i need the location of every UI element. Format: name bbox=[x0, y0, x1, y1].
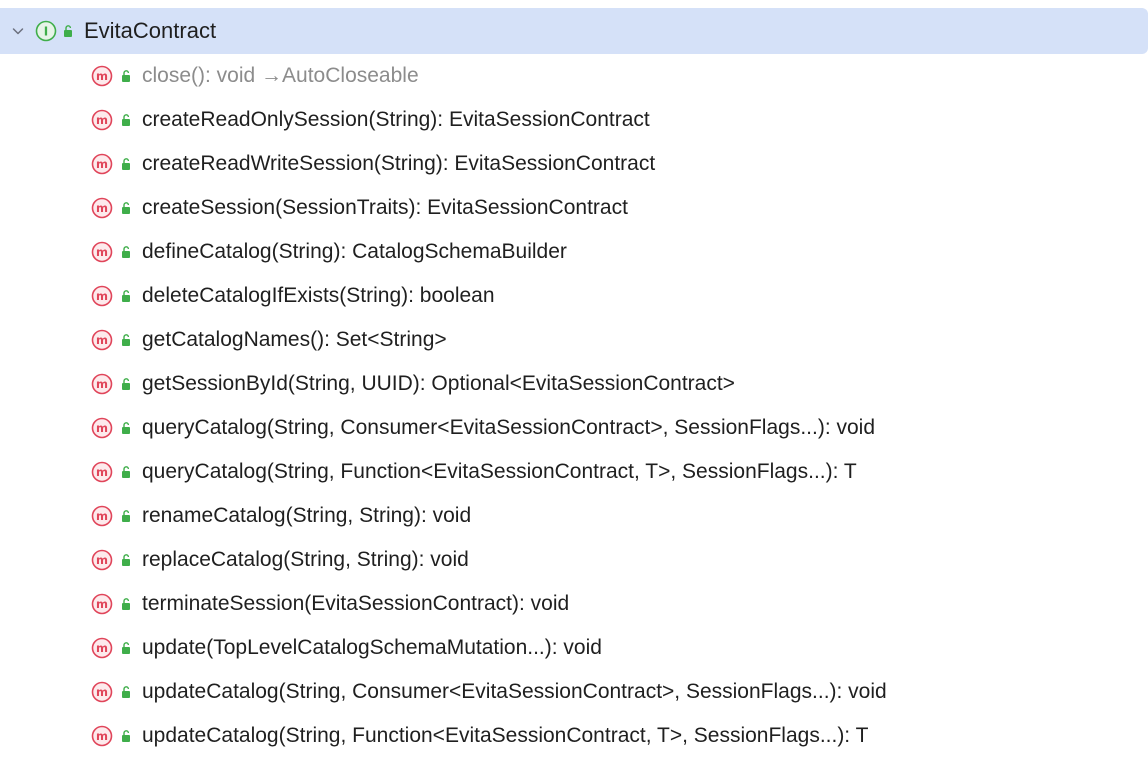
method-icon: m bbox=[91, 681, 113, 703]
tree-node-evitacontract[interactable]: I EvitaContract bbox=[0, 8, 1148, 54]
method-label: close(): void →AutoCloseable bbox=[142, 64, 419, 87]
method-icon: m bbox=[91, 637, 113, 659]
public-access-icon bbox=[122, 598, 130, 610]
svg-text:m: m bbox=[96, 421, 108, 435]
tree-node-method[interactable]: m replaceCatalog(String, String): void bbox=[0, 538, 1148, 582]
public-access-icon bbox=[122, 422, 130, 434]
public-access-icon bbox=[122, 202, 130, 214]
tree-node-method[interactable]: m updateCatalog(String, Consumer<EvitaSes… bbox=[0, 670, 1148, 714]
method-label: replaceCatalog(String, String): void bbox=[142, 548, 469, 571]
svg-text:m: m bbox=[96, 685, 108, 699]
method-label: updateCatalog(String, Function<EvitaSess… bbox=[142, 724, 869, 747]
method-label: update(TopLevelCatalogSchemaMutation...)… bbox=[142, 636, 602, 659]
public-access-icon bbox=[122, 466, 130, 478]
svg-text:m: m bbox=[96, 113, 108, 127]
method-label: terminateSession(EvitaSessionContract): … bbox=[142, 592, 570, 615]
method-icon: m bbox=[91, 417, 113, 439]
public-access-icon bbox=[122, 510, 130, 522]
svg-text:m: m bbox=[96, 641, 108, 655]
svg-text:m: m bbox=[96, 553, 108, 567]
tree-node-method[interactable]: m getSessionById(String, UUID): Optional<… bbox=[0, 362, 1148, 406]
tree-node-method[interactable]: m getCatalogNames(): Set<String> bbox=[0, 318, 1148, 362]
tree-node-method[interactable]: m updateCatalog(String, Function<EvitaSes… bbox=[0, 714, 1148, 758]
tree-node-method[interactable]: m queryCatalog(String, Function<EvitaSess… bbox=[0, 450, 1148, 494]
svg-text:m: m bbox=[96, 597, 108, 611]
public-access-icon bbox=[122, 114, 130, 126]
svg-text:m: m bbox=[96, 201, 108, 215]
chevron-down-icon[interactable] bbox=[10, 23, 26, 39]
tree-node-method[interactable]: m close(): void →AutoCloseable bbox=[0, 54, 1148, 98]
svg-text:m: m bbox=[96, 509, 108, 523]
tree-node-method[interactable]: m terminateSession(EvitaSessionContract):… bbox=[0, 582, 1148, 626]
svg-text:I: I bbox=[44, 25, 48, 39]
tree-node-method[interactable]: m deleteCatalogIfExists(String): boolean bbox=[0, 274, 1148, 318]
method-label: defineCatalog(String): CatalogSchemaBuil… bbox=[142, 240, 567, 263]
svg-text:m: m bbox=[96, 157, 108, 171]
method-label: createReadWriteSession(String): EvitaSes… bbox=[142, 152, 656, 175]
public-access-icon bbox=[122, 290, 130, 302]
svg-text:m: m bbox=[96, 377, 108, 391]
public-access-icon bbox=[122, 686, 130, 698]
method-label: createReadOnlySession(String): EvitaSess… bbox=[142, 108, 650, 131]
method-icon: m bbox=[91, 461, 113, 483]
method-icon: m bbox=[91, 593, 113, 615]
method-label: deleteCatalogIfExists(String): boolean bbox=[142, 284, 495, 307]
method-icon: m bbox=[91, 725, 113, 747]
method-label: getSessionById(String, UUID): Optional<E… bbox=[142, 372, 735, 395]
method-icon: m bbox=[91, 241, 113, 263]
method-icon: m bbox=[91, 109, 113, 131]
public-access-icon bbox=[64, 25, 72, 37]
method-icon: m bbox=[91, 153, 113, 175]
public-access-icon bbox=[122, 158, 130, 170]
tree-node-method[interactable]: m createSession(SessionTraits): EvitaSess… bbox=[0, 186, 1148, 230]
method-label: createSession(SessionTraits): EvitaSessi… bbox=[142, 196, 628, 219]
method-label: renameCatalog(String, String): void bbox=[142, 504, 472, 527]
svg-text:m: m bbox=[96, 245, 108, 259]
method-icon: m bbox=[91, 65, 113, 87]
tree-node-method[interactable]: m renameCatalog(String, String): void bbox=[0, 494, 1148, 538]
tree-node-method[interactable]: m createReadWriteSession(String): EvitaSe… bbox=[0, 142, 1148, 186]
method-icon: m bbox=[91, 285, 113, 307]
method-icon: m bbox=[91, 373, 113, 395]
tree-node-label: EvitaContract bbox=[84, 18, 217, 43]
interface-icon: I bbox=[35, 20, 57, 42]
svg-text:m: m bbox=[96, 333, 108, 347]
method-icon: m bbox=[91, 197, 113, 219]
method-icon: m bbox=[91, 505, 113, 527]
method-icon: m bbox=[91, 549, 113, 571]
method-label: queryCatalog(String, Consumer<EvitaSessi… bbox=[142, 416, 876, 439]
tree-node-method[interactable]: m queryCatalog(String, Consumer<EvitaSess… bbox=[0, 406, 1148, 450]
public-access-icon bbox=[122, 246, 130, 258]
public-access-icon bbox=[122, 554, 130, 566]
svg-text:m: m bbox=[96, 289, 108, 303]
method-label: queryCatalog(String, Function<EvitaSessi… bbox=[142, 460, 857, 483]
svg-text:m: m bbox=[96, 465, 108, 479]
method-icon: m bbox=[91, 329, 113, 351]
tree-node-method[interactable]: m createReadOnlySession(String): EvitaSes… bbox=[0, 98, 1148, 142]
public-access-icon bbox=[122, 334, 130, 346]
public-access-icon bbox=[122, 642, 130, 654]
svg-text:m: m bbox=[96, 729, 108, 743]
public-access-icon bbox=[122, 70, 130, 82]
svg-text:m: m bbox=[96, 69, 108, 83]
tree-node-method[interactable]: m defineCatalog(String): CatalogSchemaBui… bbox=[0, 230, 1148, 274]
structure-tree: I EvitaContract m close(): void →AutoClos… bbox=[0, 0, 1148, 747]
method-label: updateCatalog(String, Consumer<EvitaSess… bbox=[142, 680, 887, 703]
public-access-icon bbox=[122, 378, 130, 390]
tree-node-method[interactable]: m update(TopLevelCatalogSchemaMutation...… bbox=[0, 626, 1148, 670]
method-label: getCatalogNames(): Set<String> bbox=[142, 328, 447, 351]
public-access-icon bbox=[122, 730, 130, 742]
